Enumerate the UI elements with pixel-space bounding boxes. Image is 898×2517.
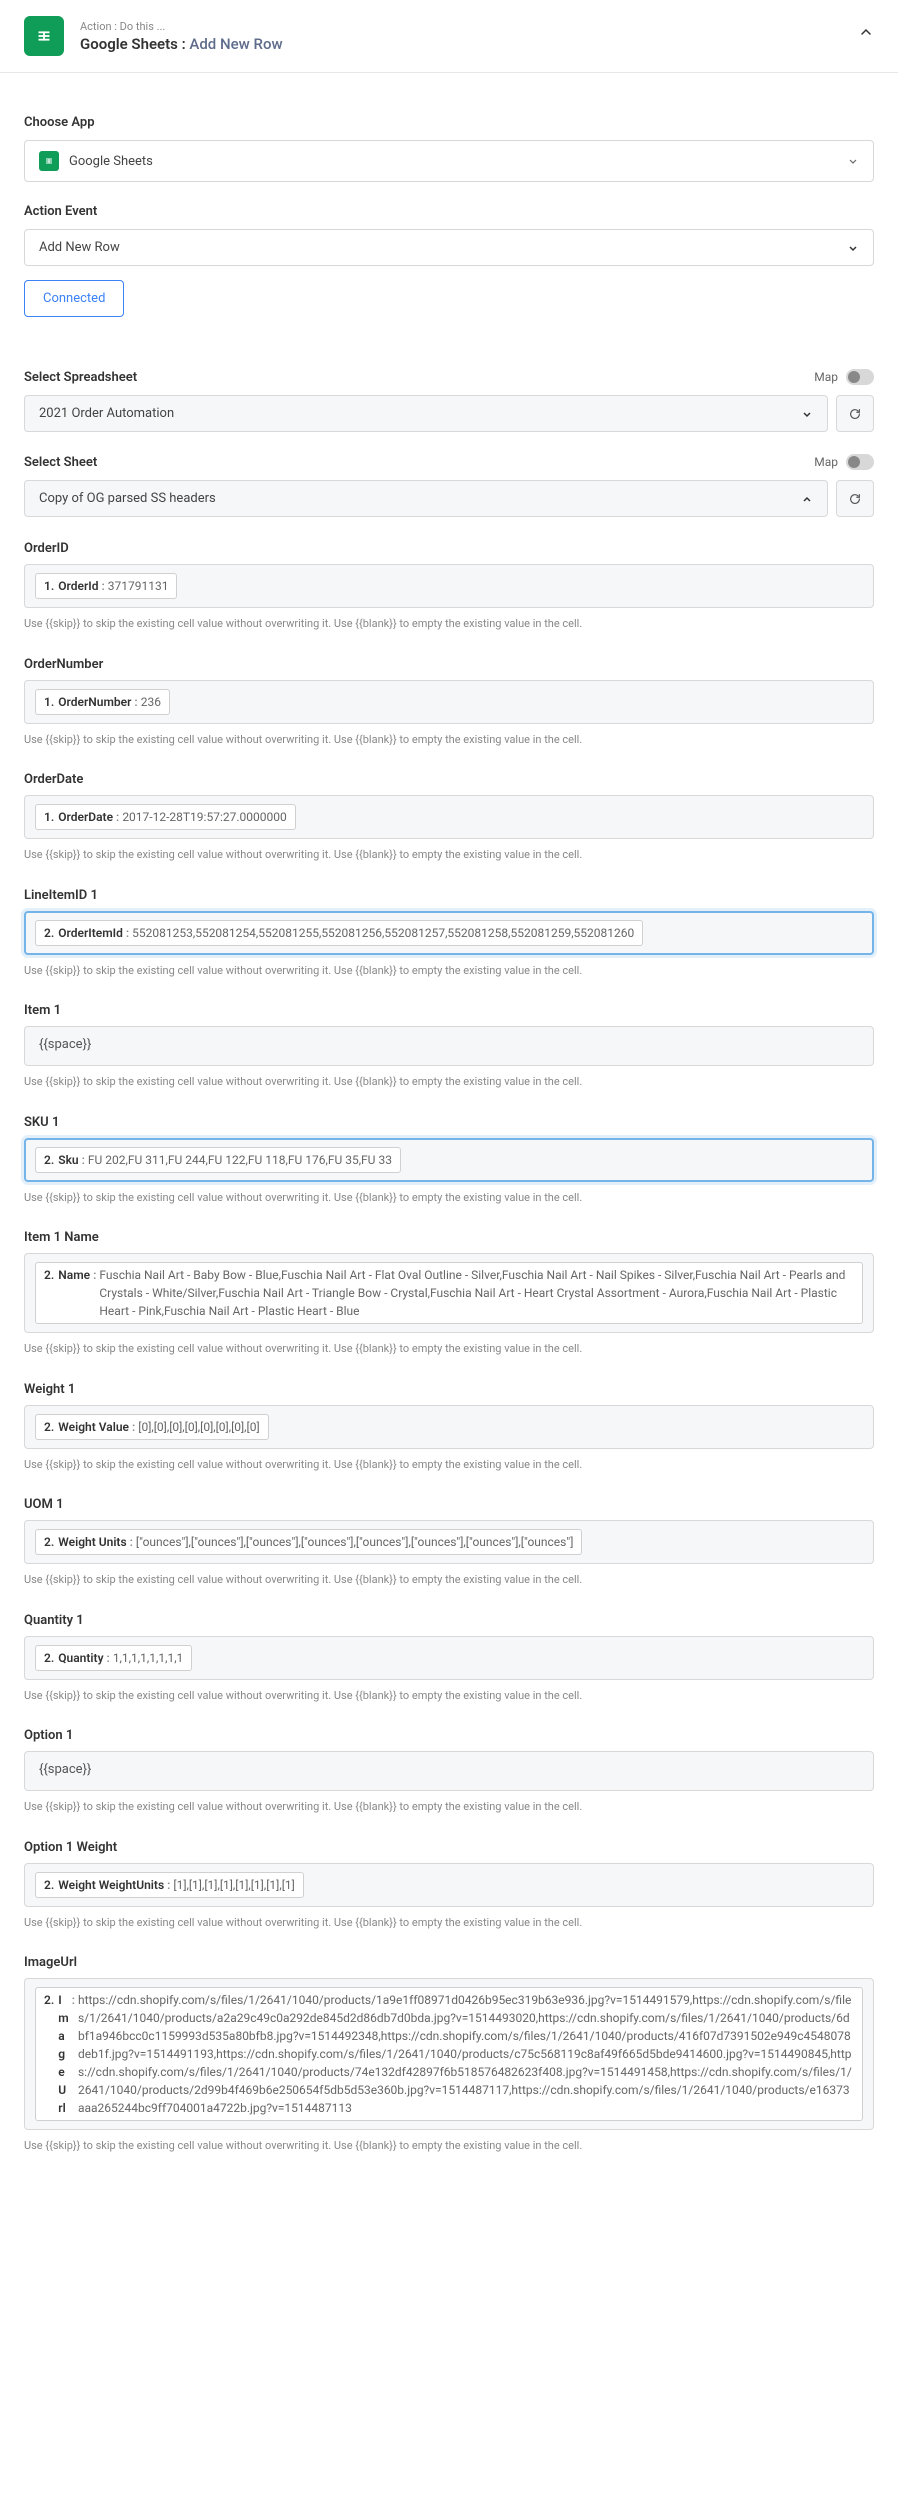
field-input-orderdate[interactable]: 1.OrderDate:2017-12-28T19:57:27.0000000: [24, 795, 874, 839]
pill-uom1[interactable]: 2.Weight Units:["ounces"],["ounces"],["o…: [35, 1529, 582, 1555]
helper-text: Use {{skip}} to skip the existing cell v…: [24, 1799, 874, 1816]
helper-text: Use {{skip}} to skip the existing cell v…: [24, 847, 874, 864]
field-label-option1: Option 1: [24, 1728, 874, 1743]
pill-quantity1[interactable]: 2.Quantity:1,1,1,1,1,1,1,1: [35, 1645, 192, 1671]
pill-item1name[interactable]: 2.Name:Fuschia Nail Art - Baby Bow - Blu…: [35, 1262, 863, 1324]
pill-lineitemid[interactable]: 2.OrderItemId:552081253,552081254,552081…: [35, 920, 643, 946]
helper-text: Use {{skip}} to skip the existing cell v…: [24, 1688, 874, 1705]
sheet-label: Select Sheet: [24, 455, 97, 470]
field-input-option1weight[interactable]: 2.Weight WeightUnits:[1],[1],[1],[1],[1]…: [24, 1863, 874, 1907]
refresh-icon: [848, 407, 862, 421]
map-toggle-sheet[interactable]: Map: [814, 454, 874, 470]
pill-sku1[interactable]: 2.Sku:FU 202,FU 311,FU 244,FU 122,FU 118…: [35, 1147, 401, 1173]
refresh-spreadsheet-button[interactable]: [836, 395, 874, 432]
pill-ordernumber[interactable]: 1.OrderNumber:236: [35, 689, 170, 715]
pill-option1weight[interactable]: 2.Weight WeightUnits:[1],[1],[1],[1],[1]…: [35, 1872, 304, 1898]
action-event-label: Action Event: [24, 204, 874, 219]
helper-text: Use {{skip}} to skip the existing cell v…: [24, 963, 874, 980]
refresh-sheet-button[interactable]: [836, 480, 874, 517]
field-input-option1[interactable]: {{space}}: [24, 1751, 874, 1791]
refresh-icon: [848, 492, 862, 506]
helper-text: Use {{skip}} to skip the existing cell v…: [24, 1190, 874, 1207]
field-input-item1[interactable]: {{space}}: [24, 1026, 874, 1066]
field-label-lineitemid: LineItemID 1: [24, 888, 874, 903]
field-input-sku1[interactable]: 2.Sku:FU 202,FU 311,FU 244,FU 122,FU 118…: [24, 1138, 874, 1182]
caret-down-icon: [847, 155, 859, 167]
field-label-quantity1: Quantity 1: [24, 1613, 874, 1628]
pill-imageurl[interactable]: 2.ImageUrl:https://cdn.shopify.com/s/fil…: [35, 1987, 863, 2121]
connected-button[interactable]: Connected: [24, 280, 124, 317]
caret-down-icon: [847, 242, 859, 254]
spreadsheet-label: Select Spreadsheet: [24, 370, 137, 385]
pill-orderdate[interactable]: 1.OrderDate:2017-12-28T19:57:27.0000000: [35, 804, 296, 830]
google-sheets-icon: [24, 16, 64, 56]
field-label-weight1: Weight 1: [24, 1382, 874, 1397]
step-header: Action : Do this ... Google Sheets : Add…: [0, 0, 898, 73]
field-input-orderid[interactable]: 1.OrderId:371791131: [24, 564, 874, 608]
toggle-icon[interactable]: [846, 454, 874, 470]
field-label-item1name: Item 1 Name: [24, 1230, 874, 1245]
helper-text: Use {{skip}} to skip the existing cell v…: [24, 1572, 874, 1589]
field-input-item1name[interactable]: 2.Name:Fuschia Nail Art - Baby Bow - Blu…: [24, 1253, 874, 1333]
helper-text: Use {{skip}} to skip the existing cell v…: [24, 1341, 874, 1358]
helper-text: Use {{skip}} to skip the existing cell v…: [24, 1457, 874, 1474]
field-input-lineitemid[interactable]: 2.OrderItemId:552081253,552081254,552081…: [24, 911, 874, 955]
choose-app-label: Choose App: [24, 115, 874, 130]
spreadsheet-select[interactable]: 2021 Order Automation: [24, 395, 828, 432]
caret-down-icon: [801, 408, 813, 420]
helper-text: Use {{skip}} to skip the existing cell v…: [24, 616, 874, 633]
helper-text: Use {{skip}} to skip the existing cell v…: [24, 732, 874, 749]
toggle-icon[interactable]: [846, 369, 874, 385]
field-input-quantity1[interactable]: 2.Quantity:1,1,1,1,1,1,1,1: [24, 1636, 874, 1680]
field-input-weight1[interactable]: 2.Weight Value:[0],[0],[0],[0],[0],[0],[…: [24, 1405, 874, 1449]
field-label-orderdate: OrderDate: [24, 772, 874, 787]
helper-text: Use {{skip}} to skip the existing cell v…: [24, 2138, 874, 2155]
header-title: Google Sheets : Add New Row: [80, 35, 283, 53]
caret-up-icon: [801, 493, 813, 505]
helper-text: Use {{skip}} to skip the existing cell v…: [24, 1074, 874, 1091]
field-input-uom1[interactable]: 2.Weight Units:["ounces"],["ounces"],["o…: [24, 1520, 874, 1564]
field-label-imageurl: ImageUrl: [24, 1955, 874, 1970]
helper-text: Use {{skip}} to skip the existing cell v…: [24, 1915, 874, 1932]
header-subtitle: Action : Do this ...: [80, 20, 283, 33]
choose-app-select[interactable]: Google Sheets: [24, 140, 874, 182]
field-input-imageurl[interactable]: 2.ImageUrl:https://cdn.shopify.com/s/fil…: [24, 1978, 874, 2130]
field-label-orderid: OrderID: [24, 541, 874, 556]
field-label-option1weight: Option 1 Weight: [24, 1840, 874, 1855]
field-label-item1: Item 1: [24, 1003, 874, 1018]
field-input-ordernumber[interactable]: 1.OrderNumber:236: [24, 680, 874, 724]
pill-weight1[interactable]: 2.Weight Value:[0],[0],[0],[0],[0],[0],[…: [35, 1414, 269, 1440]
map-toggle-spreadsheet[interactable]: Map: [814, 369, 874, 385]
action-event-select[interactable]: Add New Row: [24, 229, 874, 266]
collapse-icon[interactable]: [858, 24, 874, 44]
field-label-uom1: UOM 1: [24, 1497, 874, 1512]
sheet-select[interactable]: Copy of OG parsed SS headers: [24, 480, 828, 517]
field-label-sku1: SKU 1: [24, 1115, 874, 1130]
pill-orderid[interactable]: 1.OrderId:371791131: [35, 573, 177, 599]
field-label-ordernumber: OrderNumber: [24, 657, 874, 672]
google-sheets-small-icon: [39, 151, 59, 171]
